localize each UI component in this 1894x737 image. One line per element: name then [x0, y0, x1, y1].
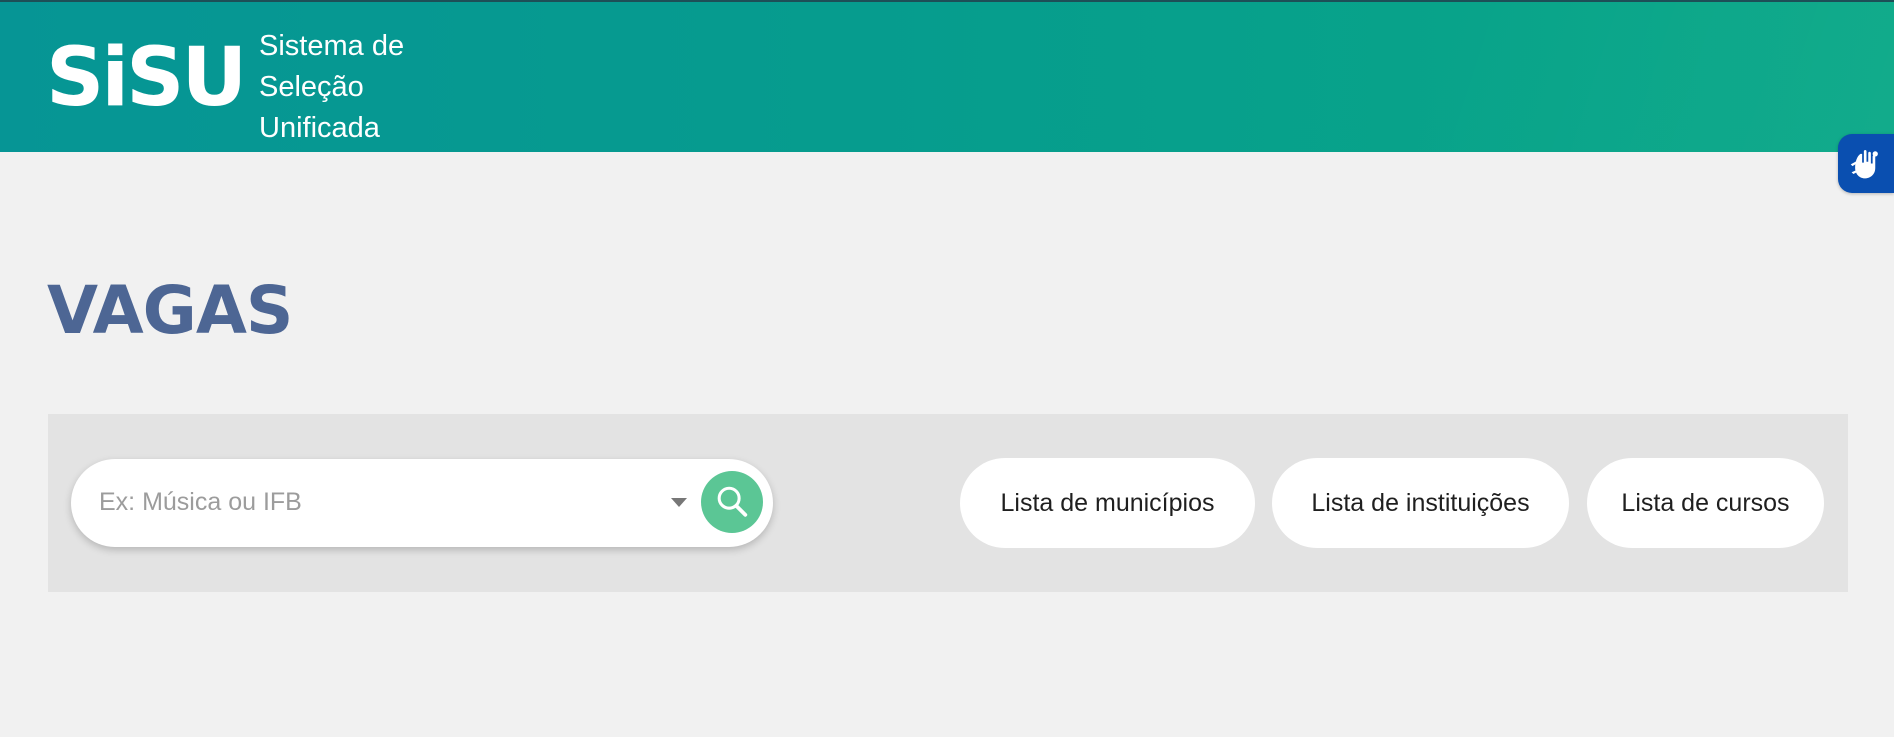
institutions-list-button[interactable]: Lista de instituições: [1272, 458, 1569, 548]
system-name-line-2: Seleção: [259, 71, 364, 103]
course-institution-search-box[interactable]: [71, 459, 773, 547]
system-name-line-1: Sistema de: [259, 30, 405, 62]
system-name-line-3: Unificada: [259, 112, 380, 144]
search-button[interactable]: [701, 471, 763, 533]
search-input[interactable]: [99, 482, 649, 522]
sisu-logo[interactable]: SiSU: [46, 38, 247, 119]
sign-language-accessibility-button[interactable]: [1838, 134, 1894, 193]
vacancies-search-panel: Lista de municípios Lista de instituiçõe…: [48, 414, 1848, 592]
search-icon: [717, 486, 748, 517]
page-title: VAGAS: [47, 272, 293, 349]
municipalities-list-button[interactable]: Lista de municípios: [960, 458, 1255, 548]
courses-list-button[interactable]: Lista de cursos: [1587, 458, 1824, 548]
system-name: Sistema de Seleção Unificada: [259, 26, 404, 149]
chevron-down-icon[interactable]: [671, 498, 687, 507]
sign-language-icon: [1850, 149, 1878, 179]
site-header: SiSU Sistema de Seleção Unificada: [0, 2, 1894, 152]
